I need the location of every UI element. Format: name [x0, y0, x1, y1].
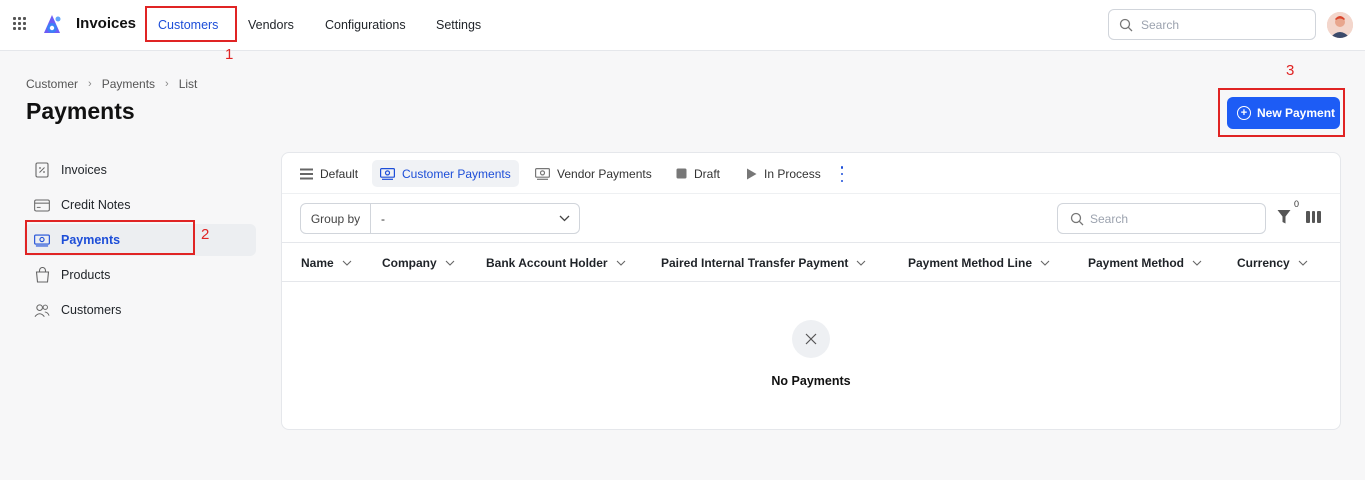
- top-search-input[interactable]: [1141, 16, 1306, 34]
- annotation-label-3: 3: [1286, 62, 1295, 79]
- apps-grid-icon[interactable]: [13, 17, 29, 33]
- column-header-currency[interactable]: Currency: [1237, 256, 1308, 270]
- sidebar-item-label: Credit Notes: [61, 198, 131, 212]
- annotation-label-1: 1: [225, 46, 234, 63]
- view-tab-draft[interactable]: Draft: [668, 160, 728, 187]
- list-view-card: Default Customer Payments Vendor Payment…: [281, 152, 1341, 430]
- page-title: Payments: [26, 98, 135, 124]
- view-tab-customer-payments[interactable]: Customer Payments: [372, 160, 519, 187]
- view-tab-in-process[interactable]: In Process: [738, 160, 829, 187]
- group-by-value: -: [381, 211, 385, 226]
- group-by-label: Group by: [301, 204, 371, 233]
- app-title: Invoices: [76, 15, 137, 32]
- search-icon: [1119, 18, 1133, 32]
- column-header-label: Company: [382, 256, 437, 270]
- column-header-label: Currency: [1237, 256, 1290, 270]
- list-search-box[interactable]: [1057, 203, 1266, 234]
- view-tab-default[interactable]: Default: [292, 160, 366, 187]
- column-header-label: Name: [301, 256, 334, 270]
- user-avatar-icon: [1327, 12, 1353, 38]
- users-icon: [34, 302, 50, 318]
- empty-state-icon: [792, 320, 830, 358]
- columns-icon[interactable]: [1306, 211, 1322, 223]
- annotation-box-2: [25, 220, 195, 255]
- view-tab-label: Default: [320, 166, 359, 181]
- column-header-paired-internal-transfer-payment[interactable]: Paired Internal Transfer Payment: [661, 256, 866, 270]
- column-header-company[interactable]: Company: [382, 256, 455, 270]
- payment-icon: [535, 167, 550, 180]
- shopping-bag-icon: [34, 267, 50, 283]
- view-tab-vendor-payments[interactable]: Vendor Payments: [527, 160, 660, 187]
- column-header-label: Bank Account Holder: [486, 256, 608, 270]
- annotation-label-2: 2: [201, 226, 210, 243]
- view-tab-label: Customer Payments: [402, 166, 511, 181]
- chevron-down-icon: [1040, 260, 1050, 266]
- filter-count-badge: 0: [1294, 199, 1300, 209]
- nav-configurations[interactable]: Configurations: [325, 18, 406, 32]
- nav-vendors[interactable]: Vendors: [248, 18, 294, 32]
- column-header-label: Paired Internal Transfer Payment: [661, 256, 849, 270]
- group-by-select[interactable]: Group by -: [300, 203, 580, 234]
- chevron-right-icon: ›: [88, 78, 92, 90]
- payment-icon: [380, 167, 395, 180]
- column-header-label: Payment Method Line: [908, 256, 1033, 270]
- list-search-input[interactable]: [1090, 210, 1255, 228]
- sidebar-item-credit-notes[interactable]: Credit Notes: [24, 189, 256, 221]
- column-header-bank-account-holder[interactable]: Bank Account Holder: [486, 256, 626, 270]
- app-logo-icon: [44, 15, 61, 33]
- breadcrumb-customer[interactable]: Customer: [26, 77, 78, 91]
- search-icon: [1070, 212, 1084, 226]
- sidebar-item-customers[interactable]: Customers: [24, 294, 256, 326]
- sidebar-item-label: Invoices: [61, 163, 107, 177]
- breadcrumb-list: List: [178, 77, 198, 91]
- view-tab-label: In Process: [764, 166, 821, 181]
- avatar[interactable]: [1327, 12, 1353, 38]
- column-header-name[interactable]: Name: [301, 256, 352, 270]
- chevron-down-icon: [616, 260, 625, 266]
- chevron-down-icon: [342, 260, 352, 266]
- chevron-down-icon: [445, 260, 455, 266]
- column-header-payment-method-line[interactable]: Payment Method Line: [908, 256, 1050, 270]
- empty-state-text: No Payments: [771, 374, 851, 388]
- chevron-down-icon: [857, 260, 866, 266]
- breadcrumb-payments[interactable]: Payments: [102, 77, 155, 91]
- view-tab-label: Vendor Payments: [557, 166, 652, 181]
- credit-card-icon: [34, 197, 50, 213]
- sidebar-item-label: Customers: [61, 303, 122, 317]
- column-header-payment-method[interactable]: Payment Method: [1088, 256, 1202, 270]
- annotation-box-1: [145, 6, 237, 42]
- close-icon: [805, 333, 817, 345]
- square-icon: [676, 168, 687, 179]
- sidebar-item-products[interactable]: Products: [24, 259, 256, 291]
- chevron-down-icon: [1298, 260, 1308, 266]
- filter-icon[interactable]: [1277, 209, 1291, 225]
- breadcrumb: Customer › Payments › List: [26, 77, 197, 91]
- annotation-box-3: [1218, 88, 1345, 137]
- view-tab-label: Draft: [694, 166, 721, 181]
- more-views-icon[interactable]: [838, 166, 846, 182]
- saved-views-bar: Default Customer Payments Vendor Payment…: [282, 153, 1340, 194]
- list-icon: [300, 168, 313, 179]
- invoice-icon: [34, 162, 50, 178]
- chevron-right-icon: ›: [165, 78, 169, 90]
- sidebar-item-label: Products: [61, 268, 111, 282]
- chevron-down-icon: [1192, 260, 1202, 266]
- top-search-box[interactable]: [1108, 9, 1316, 40]
- nav-settings[interactable]: Settings: [436, 18, 481, 32]
- sidebar-item-invoices[interactable]: Invoices: [24, 154, 256, 186]
- column-header-label: Payment Method: [1088, 256, 1185, 270]
- chevron-down-icon: [549, 215, 579, 222]
- play-icon: [747, 168, 757, 179]
- table-header: Name Company Bank Account Holder Paired …: [282, 242, 1340, 282]
